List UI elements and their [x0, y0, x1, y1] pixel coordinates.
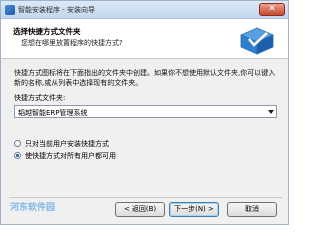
- folder-value: 韬越智能ERP管理系统: [18, 109, 88, 117]
- folder-label: 快捷方式文件夹:: [14, 94, 66, 102]
- radio-label-all-users: 使快捷方式对所有用户都可用: [25, 152, 116, 160]
- app-icon: [5, 5, 15, 15]
- installer-window: 智能安装程序 - 安装向导 ✕ 选择快捷方式文件夹 您想在哪里放置程序的快捷方式…: [0, 0, 289, 225]
- close-button[interactable]: ✕: [259, 3, 285, 16]
- page-title: 选择快捷方式文件夹: [13, 27, 81, 36]
- wizard-header: 选择快捷方式文件夹 您想在哪里放置程序的快捷方式?: [1, 19, 288, 59]
- radio-button-all-users[interactable]: [14, 152, 21, 159]
- shortcut-folder-combobox[interactable]: 韬越智能ERP管理系统: [14, 105, 277, 118]
- radio-button-current-user[interactable]: [14, 140, 21, 147]
- installer-logo-icon: [240, 27, 274, 55]
- footer-divider: [9, 197, 282, 198]
- wizard-content: 快捷方式图标将在下面指出的文件夹中创建。如果你不想使用默认文件夹,你可以键入新的…: [1, 60, 288, 196]
- description-text: 快捷方式图标将在下面指出的文件夹中创建。如果你不想使用默认文件夹,你可以键入新的…: [14, 69, 276, 87]
- chevron-down-icon[interactable]: [268, 110, 274, 114]
- radio-label-current-user: 只对当前用户安装快捷方式: [25, 140, 109, 148]
- next-button[interactable]: 下一步(N) >: [169, 202, 219, 217]
- close-icon: ✕: [268, 4, 276, 14]
- watermark-text: 河东软件园: [10, 203, 56, 213]
- cancel-button[interactable]: 取消: [227, 202, 277, 217]
- window-title: 智能安装程序 - 安装向导: [18, 6, 95, 14]
- title-bar: 智能安装程序 - 安装向导 ✕: [1, 1, 288, 19]
- page-subtitle: 您想在哪里放置程序的快捷方式?: [21, 39, 123, 47]
- back-button[interactable]: < 返回(B): [115, 202, 165, 217]
